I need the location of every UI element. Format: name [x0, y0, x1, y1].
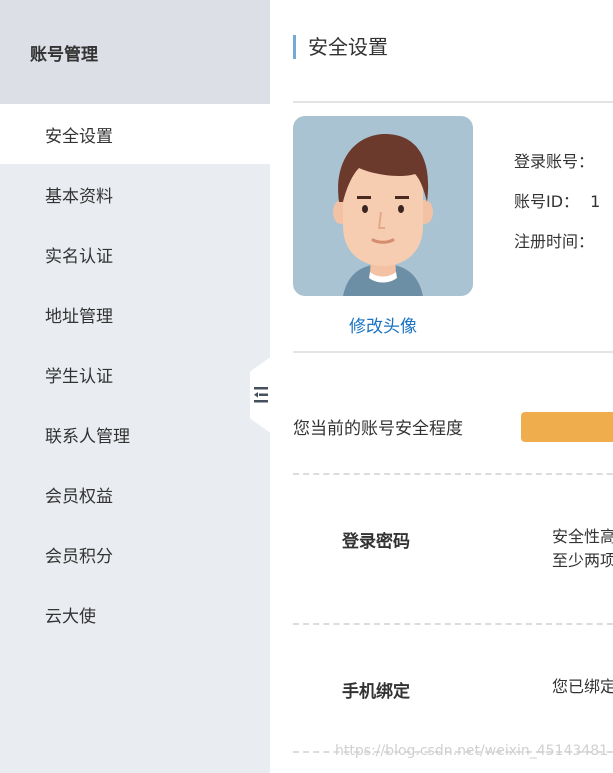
- main-content: 安全设置 修改头像 登录账号： 账号ID： 1 注册时间： 您当前的账号安全程度…: [270, 0, 613, 773]
- login-password-desc-line1: 安全性高: [552, 527, 613, 546]
- register-time-label: 注册时间：: [514, 232, 595, 251]
- sidebar-item-real-name-auth[interactable]: 实名认证: [0, 224, 270, 284]
- login-password-desc-line2: 至少两项: [552, 551, 613, 570]
- dashed-divider: [293, 473, 613, 475]
- divider: [293, 101, 613, 103]
- account-id-row: 账号ID： 1: [514, 188, 600, 212]
- login-password-title: 登录密码: [342, 532, 410, 552]
- login-password-desc: 安全性高 至少两项: [552, 525, 613, 573]
- phone-binding-title: 手机绑定: [342, 682, 410, 702]
- sidebar-item-student-auth[interactable]: 学生认证: [0, 344, 270, 404]
- watermark: https://blog.csdn.net/weixin_45143481: [335, 743, 609, 759]
- avatar: [293, 116, 473, 296]
- sidebar-item-security-settings[interactable]: 安全设置: [0, 104, 270, 164]
- security-level-label: 您当前的账号安全程度: [293, 419, 463, 439]
- sidebar-item-address[interactable]: 地址管理: [0, 284, 270, 344]
- sidebar-header: 账号管理: [0, 0, 270, 104]
- login-account-label: 登录账号：: [514, 152, 595, 171]
- divider: [293, 351, 613, 353]
- edit-avatar-link[interactable]: 修改头像: [293, 312, 473, 337]
- sidebar-item-cloud-ambassador[interactable]: 云大使: [0, 584, 270, 644]
- dashed-divider: [293, 623, 613, 625]
- sidebar-title: 账号管理: [30, 44, 98, 65]
- security-level-bar: [521, 412, 613, 442]
- sidebar: 账号管理 安全设置 基本资料 实名认证 地址管理 学生认证 联系人管理 会员权益…: [0, 0, 270, 773]
- sidebar-item-member-points[interactable]: 会员积分: [0, 524, 270, 584]
- sidebar-item-basic-info[interactable]: 基本资料: [0, 164, 270, 224]
- sidebar-item-member-benefits[interactable]: 会员权益: [0, 464, 270, 524]
- collapse-menu-icon: [254, 387, 268, 403]
- account-id-value: 1: [590, 192, 601, 211]
- avatar-illustration: [333, 134, 433, 296]
- account-id-label: 账号ID：: [514, 192, 580, 211]
- phone-binding-desc: 您已绑定: [552, 677, 613, 696]
- sidebar-item-contacts[interactable]: 联系人管理: [0, 404, 270, 464]
- page-title: 安全设置: [293, 35, 388, 59]
